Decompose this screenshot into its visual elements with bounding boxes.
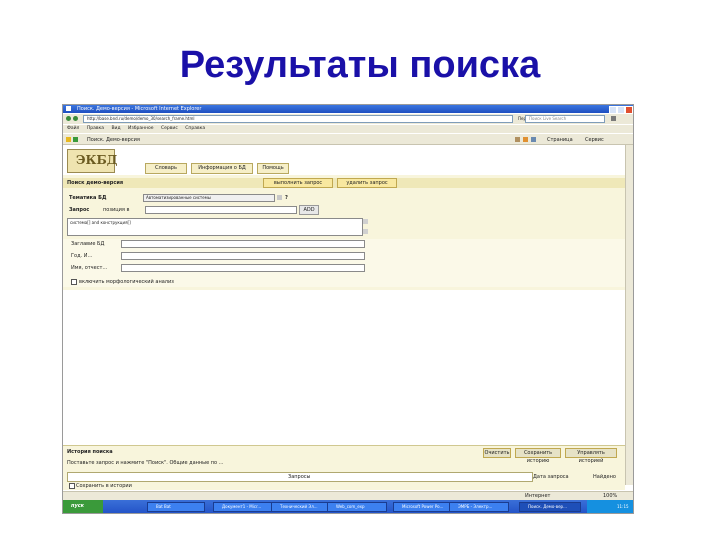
- field-label-3: Имя, отчест…: [71, 265, 108, 271]
- tab-current[interactable]: Поиск. Демо-версия: [87, 137, 140, 143]
- chevron-down-icon[interactable]: [277, 195, 282, 200]
- page-menu[interactable]: Страница: [547, 137, 573, 143]
- search-input[interactable]: Поиск Live Search: [525, 115, 605, 123]
- task-item-2[interactable]: Документ1 - Micr...: [213, 502, 277, 512]
- status-bar: Интернет 100%: [63, 491, 633, 500]
- history-query-cell[interactable]: Запросы: [67, 472, 533, 482]
- history-save-button[interactable]: Сохранить историю: [515, 448, 561, 464]
- menu-edit[interactable]: Правка: [87, 126, 104, 131]
- back-icon[interactable]: [66, 116, 71, 121]
- tools-menu[interactable]: Сервис: [585, 137, 604, 143]
- query-term-input[interactable]: [145, 206, 297, 214]
- help-marker[interactable]: ?: [285, 195, 288, 201]
- field-input-3[interactable]: [121, 264, 365, 272]
- status-zoom[interactable]: 100%: [603, 493, 617, 499]
- run-query-button[interactable]: выполнить запрос: [263, 178, 333, 188]
- menu-view[interactable]: Вид: [111, 126, 120, 131]
- task-item-4[interactable]: Web_com_exp: [327, 502, 387, 512]
- home-icon[interactable]: [515, 137, 520, 142]
- query-textarea[interactable]: система[] and конструкция[]: [67, 218, 363, 236]
- close-button[interactable]: [625, 106, 633, 114]
- history-checkbox[interactable]: [69, 483, 75, 489]
- minimize-button[interactable]: [609, 106, 617, 114]
- print-icon[interactable]: [531, 137, 536, 142]
- menu-bar: Файл Правка Вид Избранное Сервис Справка: [63, 125, 633, 133]
- ie-icon: [66, 106, 71, 111]
- tab-dictionary[interactable]: Словарь: [145, 163, 187, 174]
- address-input[interactable]: http://base.bnd.ru/demo/demo_30/search_f…: [83, 115, 513, 123]
- browser-screenshot: Поиск. Демо-версия - Microsoft Internet …: [62, 104, 634, 514]
- taskbar: пуск Bat Bat Документ1 - Micr... Техниче…: [63, 500, 633, 513]
- task-item-3[interactable]: Технический Эл...: [271, 502, 333, 512]
- status-zone: Интернет: [525, 493, 551, 499]
- history-result-label: Найдено: [593, 474, 616, 480]
- menu-help[interactable]: Справка: [185, 126, 205, 131]
- clock: 11:15: [617, 504, 629, 509]
- field-label-1: Заглавие БД: [71, 241, 105, 247]
- maximize-button[interactable]: [617, 106, 625, 114]
- address-toolbar: http://base.bnd.ru/demo/demo_30/search_f…: [63, 114, 633, 124]
- thematic-select[interactable]: Автоматизированные системы: [143, 194, 275, 202]
- address-text: http://base.bnd.ru/demo/demo_30/search_f…: [87, 116, 195, 121]
- tab-bar: Поиск. Демо-версия Страница Сервис: [63, 134, 633, 145]
- app-logo: ЭКБД: [67, 149, 117, 173]
- field-input-2[interactable]: [121, 252, 365, 260]
- favorites-star-icon[interactable]: [66, 137, 71, 142]
- task-item-6[interactable]: ЭМРБ - Электр...: [449, 502, 509, 512]
- add-term-button[interactable]: ADD: [299, 205, 319, 215]
- window-title: Поиск. Демо-версия - Microsoft Internet …: [77, 106, 202, 112]
- scroll-up-icon[interactable]: [363, 219, 368, 224]
- position-label: позиция в: [103, 207, 130, 213]
- thematic-label: Тематика БД: [69, 195, 107, 201]
- history-clear-button[interactable]: Очистить: [483, 448, 511, 458]
- history-info: Поставьте запрос и нажмите "Поиск". Общи…: [67, 460, 224, 466]
- menu-favorites[interactable]: Избранное: [128, 126, 154, 131]
- search-panel-header: Поиск демо-версия выполнить запрос удали…: [63, 178, 625, 188]
- menu-file[interactable]: Файл: [67, 126, 79, 131]
- history-panel: История поиска Очистить Сохранить истори…: [63, 445, 625, 490]
- feeds-icon[interactable]: [523, 137, 528, 142]
- task-item-5[interactable]: Microsoft Power Po...: [393, 502, 455, 512]
- task-item-1[interactable]: Bat Bat: [147, 502, 205, 512]
- scroll-down-icon[interactable]: [363, 229, 368, 234]
- history-date-label: Дата запроса: [533, 474, 569, 480]
- start-button[interactable]: пуск: [63, 500, 103, 513]
- tab-help[interactable]: Помощь: [257, 163, 289, 174]
- tab-db-info[interactable]: Информация о БД: [191, 163, 253, 174]
- window-titlebar: Поиск. Демо-версия - Microsoft Internet …: [63, 105, 633, 114]
- page-scrollbar[interactable]: [625, 145, 633, 485]
- clear-query-button[interactable]: удалить запрос: [337, 178, 397, 188]
- history-check-label: Сохранить в истории: [76, 483, 132, 489]
- field-input-1[interactable]: [121, 240, 365, 248]
- menu-tools[interactable]: Сервис: [161, 126, 178, 131]
- field-label-2: Год. И…: [71, 253, 93, 259]
- slide-title: Результаты поиска: [179, 44, 541, 86]
- panel-title: Поиск демо-версия: [67, 180, 124, 186]
- system-tray: 11:15: [587, 500, 633, 513]
- morph-checkbox[interactable]: [71, 279, 77, 285]
- query-label: Запрос: [69, 207, 90, 213]
- task-item-7[interactable]: Поиск. Демо-вер...: [519, 502, 581, 512]
- history-manage-button[interactable]: Управлять историей: [565, 448, 617, 464]
- add-favorite-icon[interactable]: [73, 137, 78, 142]
- morph-label: включить морфологический анализ: [79, 279, 174, 285]
- history-title: История поиска: [67, 449, 113, 455]
- forward-icon[interactable]: [73, 116, 78, 121]
- search-icon[interactable]: [611, 116, 616, 121]
